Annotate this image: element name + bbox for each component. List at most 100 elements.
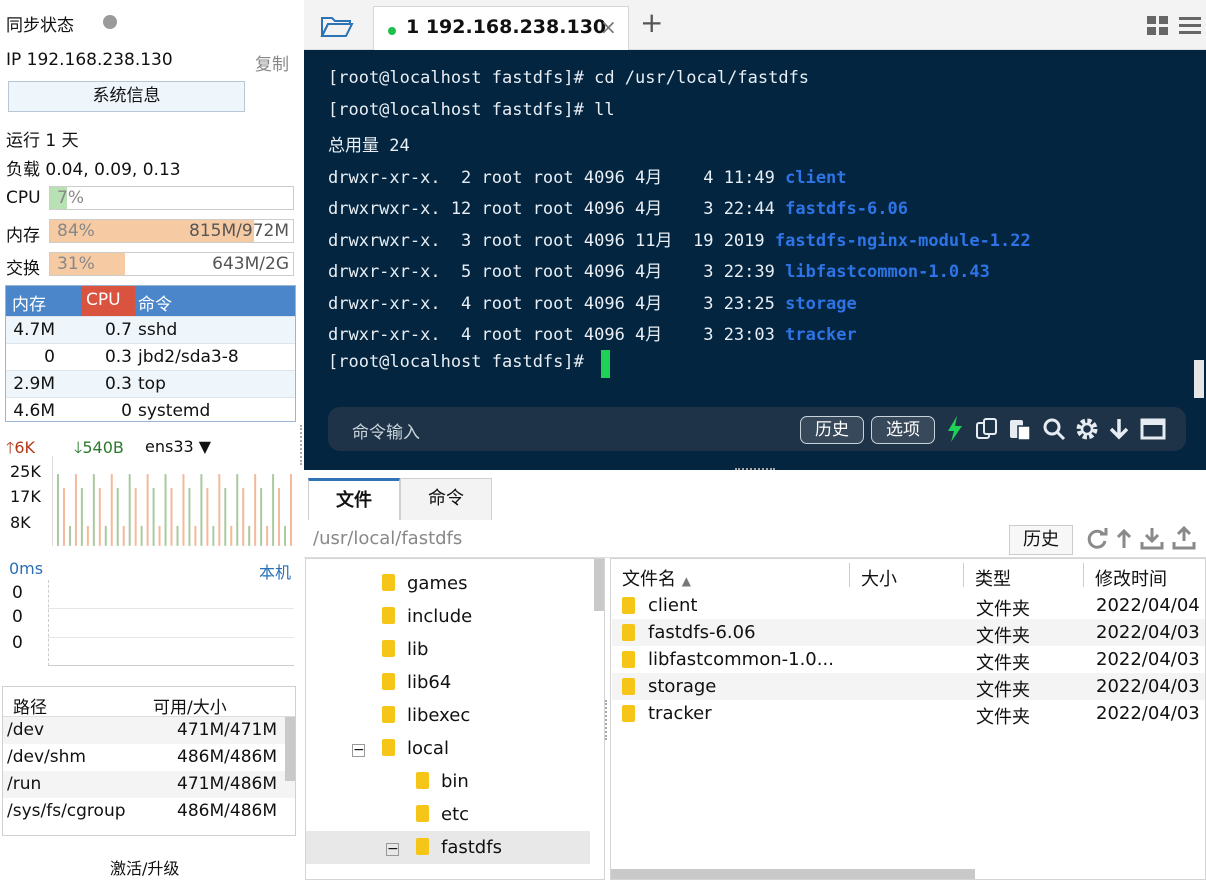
process-col-command[interactable]: 命令 bbox=[138, 290, 172, 315]
tree-item[interactable]: local bbox=[382, 738, 449, 759]
download-icon[interactable] bbox=[1140, 526, 1164, 550]
file-list-scrollbar[interactable] bbox=[611, 869, 975, 879]
disk-row[interactable]: /dev 471M/471M bbox=[3, 717, 295, 744]
history-button[interactable]: 历史 bbox=[800, 416, 864, 444]
refresh-icon[interactable] bbox=[1086, 528, 1108, 550]
file-modified: 2022/04/03 bbox=[1096, 649, 1200, 670]
tree-scrollbar[interactable] bbox=[594, 559, 604, 611]
current-path[interactable]: /usr/local/fastdfs bbox=[313, 528, 462, 549]
arrow-down-icon[interactable] bbox=[1108, 417, 1130, 441]
folder-icon bbox=[622, 651, 635, 668]
net-traffic-bar bbox=[176, 525, 179, 546]
open-folder-icon[interactable] bbox=[320, 14, 354, 38]
copy-icon[interactable] bbox=[975, 417, 999, 441]
directory-tree[interactable]: games include lib lib64 libexec local − bin etc f… bbox=[305, 558, 605, 880]
tree-item[interactable]: fastdfs bbox=[416, 837, 502, 858]
net-tick-17k: 17K bbox=[10, 487, 41, 506]
tab-commands[interactable]: 命令 bbox=[400, 478, 492, 520]
net-traffic-bar bbox=[236, 474, 239, 546]
lightning-icon[interactable] bbox=[946, 415, 964, 443]
disk-scrollbar[interactable] bbox=[285, 717, 295, 781]
folder-icon bbox=[622, 678, 635, 695]
file-modified: 2022/04/03 bbox=[1096, 676, 1200, 697]
path-history-button[interactable]: 历史 bbox=[1009, 525, 1073, 555]
col-filename[interactable]: 文件名 ▲ bbox=[622, 565, 691, 591]
search-icon[interactable] bbox=[1042, 417, 1066, 441]
process-table: 内存 CPU 命令 4.7M 0.7 sshd 0 0.3 jbd2/sda3-8 2.9M… bbox=[5, 285, 296, 422]
disk-row[interactable]: /dev/shm 486M/486M bbox=[3, 744, 295, 771]
disk-path: /dev/shm bbox=[7, 747, 86, 767]
terminal-area[interactable]: 1 192.168.238.130 × + [root@localhost fa… bbox=[304, 0, 1206, 470]
tree-item[interactable]: lib bbox=[382, 639, 428, 660]
gear-icon[interactable] bbox=[1074, 416, 1100, 442]
folder-icon bbox=[416, 805, 429, 822]
process-cpu: 0.3 bbox=[104, 347, 132, 367]
layout-grid-icon[interactable] bbox=[1146, 15, 1170, 37]
tree-collapse-icon[interactable]: − bbox=[386, 842, 399, 856]
col-modified[interactable]: 修改时间 bbox=[1095, 565, 1167, 591]
file-row[interactable]: fastdfs-6.06 文件夹 2022/04/03 bbox=[612, 619, 1205, 647]
disk-row[interactable]: /sys/fs/cgroup 486M/486M bbox=[3, 798, 295, 825]
terminal-line-text: 总用量 24 bbox=[328, 136, 410, 156]
folder-icon bbox=[382, 640, 395, 657]
tree-item[interactable]: etc bbox=[416, 804, 469, 825]
col-type[interactable]: 类型 bbox=[975, 565, 1011, 591]
net-interface-select[interactable]: ens33 ▼ bbox=[145, 437, 211, 456]
process-row[interactable]: 4.6M 0 systemd bbox=[6, 397, 295, 424]
terminal-line-text: [root@localhost fastdfs]# ll bbox=[328, 99, 615, 120]
tree-item-label: local bbox=[407, 738, 449, 759]
process-command: systemd bbox=[138, 401, 211, 421]
file-row[interactable]: tracker 文件夹 2022/04/03 bbox=[612, 700, 1205, 728]
connected-dot-icon bbox=[388, 27, 396, 35]
upload-icon[interactable] bbox=[1172, 526, 1196, 550]
command-input-placeholder[interactable]: 命令输入 bbox=[352, 418, 420, 443]
vertical-splitter[interactable] bbox=[300, 425, 303, 465]
net-traffic-bar bbox=[224, 488, 227, 546]
horizontal-splitter[interactable] bbox=[735, 468, 775, 471]
file-row[interactable]: libfastcommon-1.0... 文件夹 2022/04/03 bbox=[612, 646, 1205, 674]
session-tab[interactable]: 1 192.168.238.130 × bbox=[373, 6, 629, 50]
maximize-icon[interactable] bbox=[1140, 418, 1166, 440]
menu-icon[interactable] bbox=[1178, 15, 1202, 37]
tree-splitter[interactable] bbox=[605, 700, 608, 740]
tree-item[interactable]: lib64 bbox=[382, 672, 451, 693]
system-info-button[interactable]: 系统信息 bbox=[8, 81, 245, 112]
process-col-memory[interactable]: 内存 bbox=[12, 290, 46, 315]
paste-icon[interactable] bbox=[1008, 417, 1032, 441]
process-row[interactable]: 2.9M 0.3 top bbox=[6, 370, 295, 397]
tree-item[interactable]: bin bbox=[416, 771, 469, 792]
close-tab-icon[interactable]: × bbox=[600, 15, 617, 39]
disk-path: /dev bbox=[7, 720, 45, 740]
cpu-label: CPU bbox=[6, 188, 41, 208]
disk-col-size[interactable]: 可用/大小 bbox=[153, 693, 227, 718]
disk-row[interactable]: /run 471M/486M bbox=[3, 771, 295, 798]
file-list[interactable]: 文件名 ▲ 大小 类型 修改时间 client 文件夹 2022/04/04 fast… bbox=[610, 558, 1206, 880]
copy-ip-button[interactable]: 复制 bbox=[255, 50, 289, 75]
tab-files[interactable]: 文件 bbox=[308, 478, 400, 520]
tree-collapse-icon[interactable]: − bbox=[352, 743, 365, 757]
net-traffic-bar bbox=[200, 474, 203, 546]
tree-item-label: bin bbox=[441, 771, 469, 792]
terminal-line: drwxr-xr-x. 4 root root 4096 4月 3 23:03 … bbox=[328, 320, 857, 345]
process-row[interactable]: 0 0.3 jbd2/sda3-8 bbox=[6, 343, 295, 370]
process-row[interactable]: 4.7M 0.7 sshd bbox=[6, 316, 295, 343]
tree-item[interactable]: libexec bbox=[382, 705, 470, 726]
ping-ms: 0ms bbox=[9, 559, 44, 578]
file-row[interactable]: client 文件夹 2022/04/04 bbox=[612, 592, 1205, 620]
terminal-line-text: [root@localhost fastdfs]# bbox=[328, 351, 595, 372]
activate-upgrade-link[interactable]: 激活/升级 bbox=[110, 855, 179, 879]
options-button[interactable]: 选项 bbox=[871, 416, 935, 444]
tree-item[interactable]: games bbox=[382, 573, 467, 594]
parent-dir-icon[interactable] bbox=[1116, 528, 1132, 550]
new-tab-icon[interactable]: + bbox=[640, 6, 663, 39]
tree-item[interactable]: include bbox=[382, 606, 472, 627]
col-size[interactable]: 大小 bbox=[861, 565, 897, 591]
process-col-cpu[interactable]: CPU bbox=[81, 286, 135, 316]
terminal-scrollbar[interactable] bbox=[1194, 360, 1204, 398]
disk-size: 471M/471M bbox=[177, 720, 277, 740]
file-row[interactable]: storage 文件夹 2022/04/03 bbox=[612, 673, 1205, 701]
terminal-dir-name: client bbox=[785, 167, 847, 188]
command-input-bar[interactable]: 命令输入 历史 选项 bbox=[328, 407, 1186, 451]
terminal-line: drwxrwxr-x. 12 root root 4096 4月 3 22:44… bbox=[328, 194, 908, 219]
disk-col-path[interactable]: 路径 bbox=[13, 693, 47, 718]
